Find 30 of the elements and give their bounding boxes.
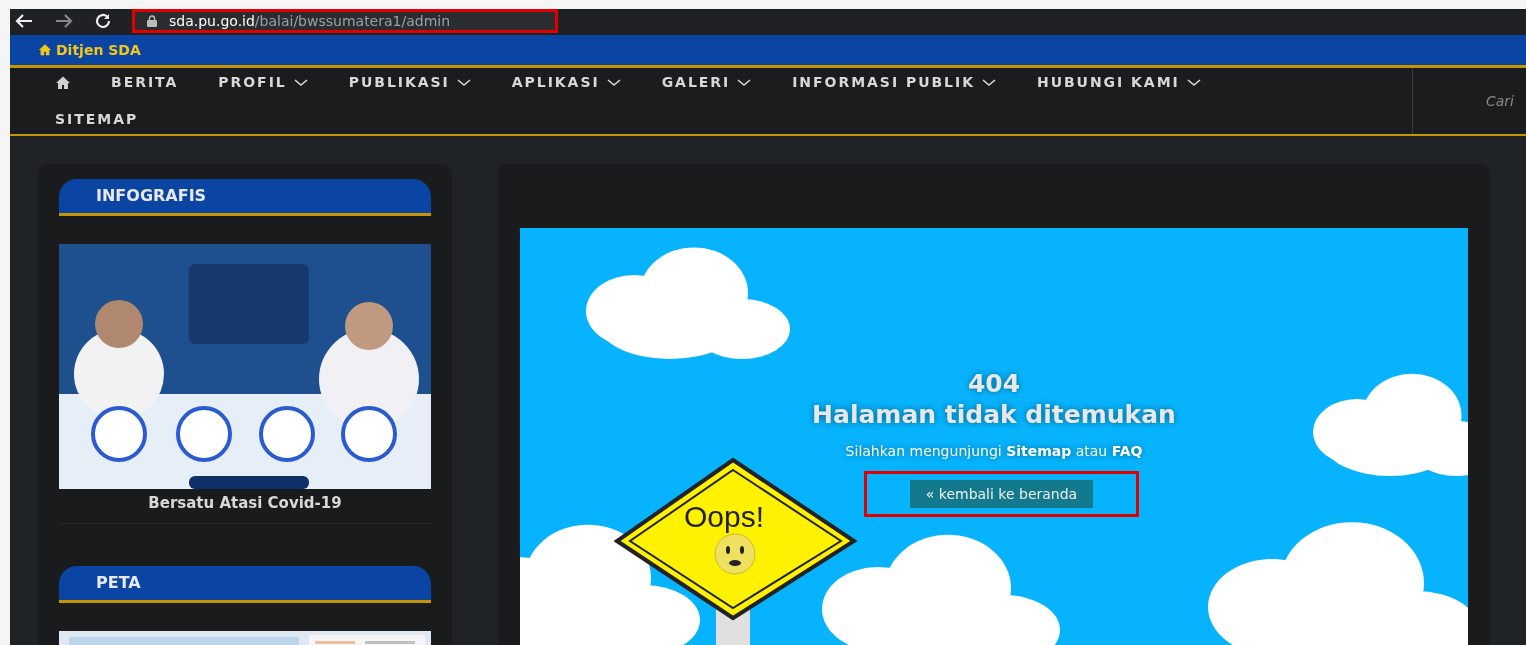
nav-link[interactable]: BERITA bbox=[111, 64, 179, 101]
nav-link[interactable]: HUBUNGI KAMI bbox=[1036, 64, 1202, 101]
section-title: PETA bbox=[96, 571, 141, 594]
address-field[interactable]: sda.pu.go.id/balai/bwssumatera1/admin bbox=[132, 9, 558, 33]
back-icon[interactable] bbox=[14, 13, 34, 29]
nav-link[interactable]: SITEMAP bbox=[55, 101, 139, 138]
brand-link[interactable]: Ditjen SDA bbox=[38, 39, 141, 61]
error-title: Halaman tidak ditemukan bbox=[812, 399, 1176, 431]
chevron-down-icon bbox=[980, 77, 997, 88]
forward-icon[interactable] bbox=[54, 13, 74, 29]
reload-icon[interactable] bbox=[94, 12, 112, 30]
nav-link[interactable]: INFORMASI PUBLIK bbox=[792, 64, 997, 101]
chevron-down-icon bbox=[736, 77, 753, 88]
error-message: Silahkan mengunjungi Sitemap atau FAQ bbox=[845, 441, 1143, 461]
nav-link[interactable]: APLIKASI bbox=[511, 64, 622, 101]
chevron-down-icon bbox=[1185, 77, 1202, 88]
section-title: INFOGRAFIS bbox=[96, 185, 207, 207]
back-home-button[interactable]: « kembali ke beranda bbox=[909, 480, 1094, 508]
sign-text: Oops! bbox=[684, 502, 765, 532]
nav-link[interactable]: PROFIL bbox=[218, 64, 309, 101]
chevron-down-icon bbox=[292, 77, 309, 88]
lock-icon bbox=[147, 15, 157, 27]
home-icon bbox=[38, 43, 52, 57]
nav-link[interactable]: PUBLIKASI bbox=[348, 64, 472, 101]
error-code: 404 bbox=[967, 368, 1021, 400]
picture-caption: Bersatu Atasi Covid-19 bbox=[148, 493, 342, 514]
chevron-down-icon bbox=[455, 77, 472, 88]
chevron-down-icon bbox=[605, 77, 622, 88]
nav-link[interactable]: GALERI bbox=[661, 64, 753, 101]
home-icon bbox=[55, 74, 71, 91]
